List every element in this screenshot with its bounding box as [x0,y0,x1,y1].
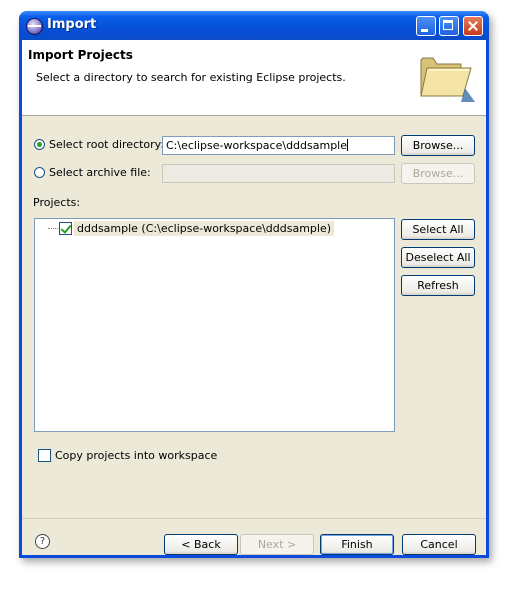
browse-directory-button[interactable]: Browse... [401,135,475,156]
maximize-button[interactable] [439,16,459,36]
archive-file-radio[interactable] [34,167,45,178]
page-title: Import Projects [28,48,133,62]
root-directory-label: Select root directory: [49,138,165,151]
finish-button[interactable]: Finish [320,534,394,555]
refresh-button[interactable]: Refresh [401,275,475,296]
copy-projects-checkbox[interactable] [38,449,51,462]
wizard-banner: Import Projects Select a directory to se… [22,40,486,116]
project-item-label[interactable]: dddsample (C:\eclipse-workspace\dddsampl… [74,221,335,236]
footer-separator [22,518,486,519]
page-description: Select a directory to search for existin… [36,71,346,84]
title-bar[interactable]: Import [19,11,489,40]
projects-label: Projects: [33,196,81,209]
window-title: Import [47,17,97,32]
project-checkbox[interactable] [59,222,72,235]
import-dialog: Import Import Projects Select a director… [19,11,489,558]
browse-archive-button[interactable]: Browse... [401,163,475,184]
copy-projects-label: Copy projects into workspace [55,449,218,462]
dialog-body: Import Projects Select a directory to se… [22,40,486,555]
root-directory-input[interactable]: C:\eclipse-workspace\dddsample [162,136,395,155]
help-icon[interactable]: ? [35,534,50,549]
next-button[interactable]: Next > [240,534,314,555]
select-all-button[interactable]: Select All [401,219,475,240]
text-caret [347,139,349,151]
projects-tree[interactable]: dddsample (C:\eclipse-workspace\dddsampl… [34,218,395,432]
archive-file-label: Select archive file: [49,166,151,179]
root-directory-value: C:\eclipse-workspace\dddsample [166,139,348,152]
open-folder-icon [420,57,475,102]
deselect-all-button[interactable]: Deselect All [401,247,475,268]
root-directory-radio[interactable] [34,139,45,150]
cancel-button[interactable]: Cancel [402,534,476,555]
archive-file-input[interactable] [162,164,395,183]
close-button[interactable] [463,16,483,36]
close-icon [464,17,482,35]
eclipse-icon [26,18,43,35]
minimize-button[interactable] [416,16,436,36]
tree-connector [48,228,58,229]
back-button[interactable]: < Back [164,534,238,555]
